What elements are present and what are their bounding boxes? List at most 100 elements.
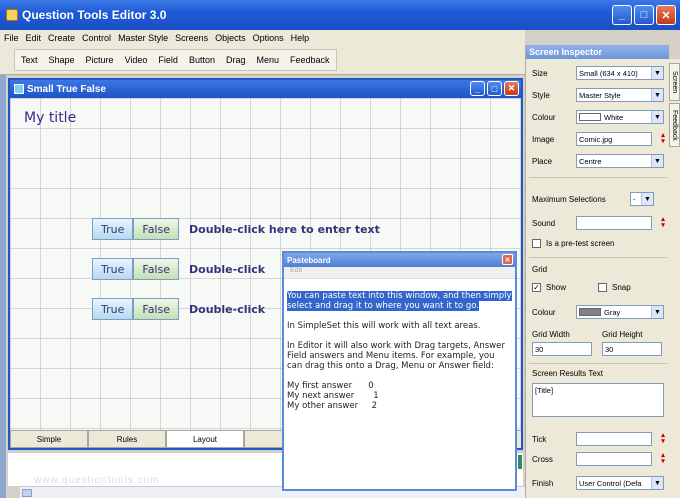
toolbar-text-button[interactable]: Text — [21, 55, 38, 65]
question-text[interactable]: Double-click — [189, 303, 265, 316]
menu-edit[interactable]: Edit — [26, 33, 42, 43]
results-label: Screen Results Text — [532, 369, 603, 378]
watermark: www.questiontools.com — [34, 475, 160, 486]
app-titlebar: Question Tools Editor 3.0 _ □ ✕ — [0, 0, 680, 30]
snap-checkbox[interactable] — [598, 282, 607, 292]
answer-line: My other answer 2 — [287, 401, 378, 411]
pasteboard-window: Pasteboard ✕ Edit You can paste text int… — [282, 251, 517, 491]
doc-close-button[interactable]: ✕ — [504, 81, 519, 96]
grid-height-label: Grid Height — [602, 329, 643, 339]
maximize-button[interactable]: □ — [634, 5, 654, 25]
document-icon — [14, 84, 24, 94]
question-row: True False Double-click — [92, 298, 265, 320]
place-dropdown[interactable]: Centre ▼ — [576, 154, 664, 168]
menu-master-style[interactable]: Master Style — [118, 33, 168, 43]
close-button[interactable]: ✕ — [656, 5, 676, 25]
colour-dropdown[interactable]: White ▼ — [576, 110, 664, 124]
answer-line: My first answer 0 — [287, 381, 374, 391]
tick-field[interactable] — [576, 432, 652, 446]
toolbar-drag-button[interactable]: Drag — [226, 55, 246, 65]
pasteboard-menu-edit[interactable]: Edit — [284, 267, 515, 279]
true-button[interactable]: True — [92, 258, 134, 280]
chevron-down-icon[interactable]: ▼ — [641, 193, 653, 205]
minimize-button[interactable]: _ — [612, 5, 632, 25]
chevron-down-icon[interactable]: ▼ — [651, 89, 663, 101]
chevron-down-icon[interactable]: ▼ — [651, 111, 663, 123]
max-selections-dropdown[interactable]: - ▼ — [630, 192, 654, 206]
app-title: Question Tools Editor 3.0 — [22, 8, 167, 22]
false-button[interactable]: False — [133, 298, 179, 320]
toolbar-shape-button[interactable]: Shape — [49, 55, 75, 65]
document-title: Small True False — [27, 83, 106, 95]
pasteboard-paragraph: In Editor it will also work with Drag ta… — [287, 341, 505, 371]
grid-size-labels: Grid Width Grid Height — [532, 326, 668, 342]
grid-height-field[interactable]: 30 — [602, 342, 662, 356]
colour-swatch — [579, 113, 601, 121]
side-tab-screen[interactable]: Screen — [669, 63, 680, 101]
app-icon — [6, 9, 18, 21]
object-toolbar: Text Shape Picture Video Field Button Dr… — [0, 45, 525, 75]
answer-line: My next answer 1 — [287, 391, 379, 401]
tab-simple[interactable]: Simple — [10, 431, 88, 448]
side-tab-feedback[interactable]: Feedback — [669, 103, 680, 147]
scroll-thumb[interactable] — [22, 489, 32, 497]
image-row: Image Comic.jpg ▴ ▾ — [532, 131, 668, 147]
inspector-side-tabs: Screen Feedback — [669, 59, 680, 498]
pasteboard-titlebar: Pasteboard ✕ — [284, 253, 515, 267]
toolbar-picture-button[interactable]: Picture — [86, 55, 114, 65]
left-stripe — [0, 75, 6, 498]
doc-maximize-button[interactable]: □ — [487, 81, 502, 96]
place-row: Place Centre ▼ — [532, 153, 668, 169]
show-grid-checkbox[interactable]: ✓ — [532, 282, 541, 292]
grid-colour-dropdown[interactable]: Gray ▼ — [576, 305, 664, 319]
finish-dropdown[interactable]: User Control (Defa ▼ — [576, 476, 664, 490]
cross-label: Cross — [532, 454, 553, 464]
toolbar-menu-button[interactable]: Menu — [256, 55, 279, 65]
menu-file[interactable]: File — [4, 33, 19, 43]
selected-text[interactable]: You can paste text into this window, and… — [287, 291, 512, 311]
grid-label: Grid — [532, 265, 548, 274]
screen-heading[interactable]: My title — [24, 110, 76, 126]
toolbar-button-button[interactable]: Button — [189, 55, 215, 65]
style-label: Style — [532, 90, 550, 100]
spin-arrows-icon[interactable]: ▴ ▾ — [660, 432, 666, 445]
menu-help[interactable]: Help — [291, 33, 310, 43]
pasteboard-text[interactable]: You can paste text into this window, and… — [284, 279, 515, 411]
false-button[interactable]: False — [133, 258, 179, 280]
menu-screens[interactable]: Screens — [175, 33, 208, 43]
menu-objects[interactable]: Objects — [215, 33, 246, 43]
toolbar-field-button[interactable]: Field — [158, 55, 178, 65]
tab-rules[interactable]: Rules — [88, 431, 166, 448]
pasteboard-title: Pasteboard — [287, 255, 331, 265]
chevron-down-icon[interactable]: ▼ — [651, 477, 663, 489]
menu-options[interactable]: Options — [253, 33, 284, 43]
spin-arrows-icon[interactable]: ▴ ▾ — [660, 132, 666, 145]
chevron-down-icon[interactable]: ▼ — [651, 67, 663, 79]
menu-control[interactable]: Control — [82, 33, 111, 43]
chevron-down-icon[interactable]: ▼ — [651, 306, 663, 318]
chevron-down-icon[interactable]: ▼ — [651, 155, 663, 167]
true-button[interactable]: True — [92, 218, 134, 240]
spin-arrows-icon[interactable]: ▴ ▾ — [660, 216, 666, 229]
toolbar-video-button[interactable]: Video — [125, 55, 148, 65]
question-text[interactable]: Double-click — [189, 263, 265, 276]
grid-width-field[interactable]: 30 — [532, 342, 592, 356]
style-dropdown[interactable]: Master Style ▼ — [576, 88, 664, 102]
spin-arrows-icon[interactable]: ▴ ▾ — [660, 452, 666, 465]
sound-field[interactable] — [576, 216, 652, 230]
cross-field[interactable] — [576, 452, 652, 466]
cross-row: Cross ▴ ▾ — [532, 451, 668, 467]
false-button[interactable]: False — [133, 218, 179, 240]
pretest-checkbox[interactable] — [532, 238, 541, 248]
question-text[interactable]: Double-click here to enter text — [189, 223, 380, 236]
toolbar-feedback-button[interactable]: Feedback — [290, 55, 330, 65]
colour-label: Colour — [532, 112, 556, 122]
size-dropdown[interactable]: Small (634 x 410) ▼ — [576, 66, 664, 80]
doc-minimize-button[interactable]: _ — [470, 81, 485, 96]
tab-layout[interactable]: Layout — [166, 431, 244, 448]
results-textarea[interactable]: [Title] — [532, 383, 664, 417]
true-button[interactable]: True — [92, 298, 134, 320]
menu-create[interactable]: Create — [48, 33, 75, 43]
image-field[interactable]: Comic.jpg — [576, 132, 652, 146]
pasteboard-close-button[interactable]: ✕ — [502, 254, 513, 265]
